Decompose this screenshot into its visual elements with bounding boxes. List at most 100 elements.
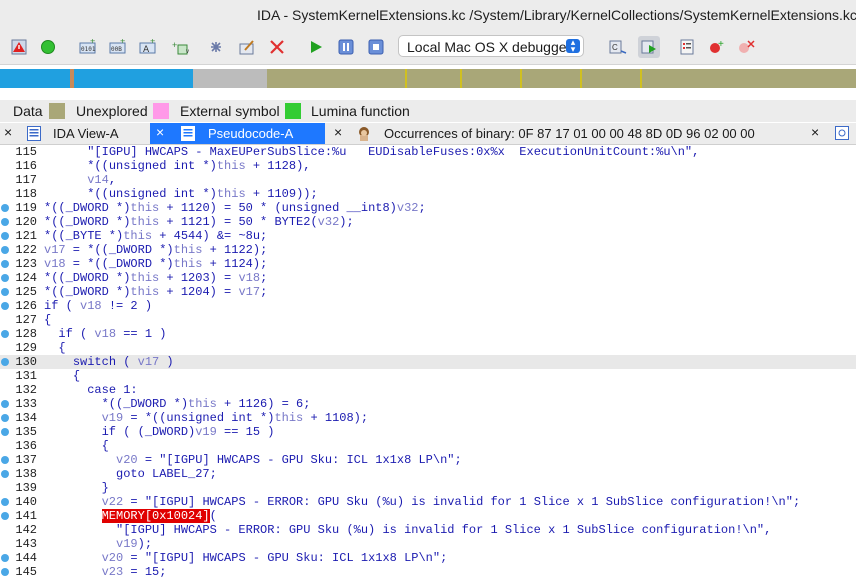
breakpoint-dot-icon[interactable]: [1, 330, 9, 338]
close-icon[interactable]: ×: [334, 124, 342, 140]
breakpoint-dot-icon[interactable]: [1, 400, 9, 408]
breakpoint-dot-icon[interactable]: [1, 274, 9, 282]
code-line[interactable]: 127 {: [0, 313, 856, 327]
breakpoint-list-icon[interactable]: [679, 38, 697, 56]
tab-pseudocode[interactable]: × Pseudocode-A: [150, 123, 325, 144]
add-breakpoint-icon[interactable]: +: [708, 38, 726, 56]
code-line[interactable]: 121 *((_BYTE *)this + 4544) &= ~8u;: [0, 229, 856, 243]
string-token: "[IGPU] HWCAPS - GPU Sku: ICL 1x1x8 LP\n…: [144, 551, 441, 565]
svg-text:A: A: [143, 45, 150, 55]
code-token: if ( (_DWORD): [101, 425, 196, 439]
code-line[interactable]: 134 v19 = *((unsigned int *)this + 1108)…: [0, 411, 856, 425]
code-line[interactable]: 124 *((_DWORD *)this + 1203) = v18;: [0, 271, 856, 285]
pointer-icon[interactable]: [207, 38, 225, 56]
sync-view-icon[interactable]: [835, 126, 849, 143]
code-line[interactable]: 145 v23 = 15;: [0, 565, 856, 578]
variable-token: this: [173, 257, 203, 271]
breakpoint-dot-icon[interactable]: [1, 204, 9, 212]
code-line[interactable]: 119 *((_DWORD *)this + 1120) = 50 * (unsi…: [0, 201, 856, 215]
code-line[interactable]: 126 if ( v18 != 2 ): [0, 299, 856, 313]
binary-data-icon[interactable]: 00B +: [109, 38, 127, 56]
close-icon[interactable]: ×: [811, 124, 819, 140]
close-icon[interactable]: ×: [156, 124, 164, 140]
warning-icon[interactable]: [10, 38, 28, 56]
breakpoint-dot-icon[interactable]: [1, 260, 9, 268]
pseudocode-tab-icon: [181, 126, 195, 144]
breakpoint-dot-icon[interactable]: [1, 456, 9, 464]
edit-icon[interactable]: [238, 38, 256, 56]
code-token: ;: [454, 453, 462, 467]
code-line[interactable]: 140 v22 = "[IGPU] HWCAPS - ERROR: GPU Sk…: [0, 495, 856, 509]
close-icon[interactable]: ×: [4, 124, 12, 140]
code-line[interactable]: 129 {: [0, 341, 856, 355]
code-line[interactable]: 142 "[IGPU] HWCAPS - ERROR: GPU Sku (%u)…: [0, 523, 856, 537]
stop-icon[interactable]: [367, 38, 385, 56]
code-line[interactable]: 131 {: [0, 369, 856, 383]
delete-icon[interactable]: [268, 38, 286, 56]
code-line[interactable]: 130 switch ( v17 ): [0, 355, 856, 369]
hex-data-icon[interactable]: 0101 +: [79, 38, 97, 56]
code-line[interactable]: 117 v14,: [0, 173, 856, 187]
code-text: if ( v18 != 2 ): [44, 299, 152, 313]
breakpoint-dot-icon[interactable]: [1, 554, 9, 562]
breakpoint-dot-icon[interactable]: [1, 218, 9, 226]
remove-breakpoint-icon[interactable]: [737, 38, 755, 56]
code-line[interactable]: 133 *((_DWORD *)this + 1126) = 6;: [0, 397, 856, 411]
code-text: v19);: [44, 537, 152, 551]
code-line[interactable]: 143 v19);: [0, 537, 856, 551]
code-text: v18 = *((_DWORD *)this + 1124);: [44, 257, 267, 271]
breakpoint-dot-icon[interactable]: [1, 568, 9, 576]
tab-ida-view[interactable]: × IDA View-A: [0, 123, 150, 144]
code-text: {: [44, 369, 80, 383]
code-line[interactable]: 135 if ( (_DWORD)v19 == 15 ): [0, 425, 856, 439]
code-token: {: [58, 341, 66, 355]
code-line[interactable]: 136 {: [0, 439, 856, 453]
code-line[interactable]: 132 case 1:: [0, 383, 856, 397]
green-run-icon[interactable]: [39, 38, 57, 56]
line-number: 143: [15, 537, 37, 551]
code-line[interactable]: 144 v20 = "[IGPU] HWCAPS - GPU Sku: ICL …: [0, 551, 856, 565]
code-line[interactable]: 120 *((_DWORD *)this + 1121) = 50 * BYTE2…: [0, 215, 856, 229]
code-text: *((unsigned int *)this + 1109));: [44, 187, 317, 201]
code-line[interactable]: 123 v18 = *((_DWORD *)this + 1124);: [0, 257, 856, 271]
tab-occurrences[interactable]: × Occurrences of binary: 0F 87 17 01 00 …: [325, 123, 856, 144]
breakpoint-dot-icon[interactable]: [1, 470, 9, 478]
code-token: + 1203) =: [159, 271, 239, 285]
code-line[interactable]: 118 *((unsigned int *)this + 1109));: [0, 187, 856, 201]
tab-bar: × IDA View-A × Pseudocode-A × Occurrence…: [0, 123, 856, 145]
code-text: *((_DWORD *)this + 1120) = 50 * (unsigne…: [44, 201, 426, 215]
variable-token: v19: [116, 537, 138, 551]
code-line[interactable]: 128 if ( v18 == 1 ): [0, 327, 856, 341]
navigation-band[interactable]: [0, 69, 856, 88]
code-line[interactable]: 122 v17 = *((_DWORD *)this + 1122);: [0, 243, 856, 257]
breakpoint-dot-icon[interactable]: [1, 358, 9, 366]
step-icon[interactable]: [638, 36, 660, 58]
variable-token: this: [130, 201, 160, 215]
play-icon[interactable]: [307, 38, 325, 56]
breakpoint-dot-icon[interactable]: [1, 232, 9, 240]
code-line[interactable]: 115 "[IGPU] HWCAPS - MaxEUPerSubSlice:%u…: [0, 145, 856, 159]
trace-icon[interactable]: C: [609, 38, 627, 56]
breakpoint-dot-icon[interactable]: [1, 512, 9, 520]
breakpoint-dot-icon[interactable]: [1, 428, 9, 436]
variable-token: v18: [94, 327, 117, 341]
code-line[interactable]: 139 }: [0, 481, 856, 495]
code-line[interactable]: 116 *((unsigned int *)this + 1128),: [0, 159, 856, 173]
breakpoint-dot-icon[interactable]: [1, 288, 9, 296]
breakpoint-dot-icon[interactable]: [1, 414, 9, 422]
debugger-select[interactable]: Local Mac OS X debugger ▴ ▾: [398, 35, 584, 57]
pseudocode-view[interactable]: 115 "[IGPU] HWCAPS - MaxEUPerSubSlice:%u…: [0, 145, 856, 578]
code-line[interactable]: 137 v20 = "[IGPU] HWCAPS - GPU Sku: ICL …: [0, 453, 856, 467]
breakpoint-dot-icon[interactable]: [1, 302, 9, 310]
code-line[interactable]: 141 MEMORY[0x10024](: [0, 509, 856, 523]
pause-icon[interactable]: [337, 38, 355, 56]
line-number: 145: [15, 565, 37, 578]
code-line[interactable]: 138 goto LABEL_27;: [0, 467, 856, 481]
breakpoint-dot-icon[interactable]: [1, 498, 9, 506]
code-token: }: [101, 481, 109, 495]
code-line[interactable]: 125 *((_DWORD *)this + 1204) = v17;: [0, 285, 856, 299]
variable-token: this: [130, 271, 160, 285]
struct-icon[interactable]: + v: [172, 38, 190, 56]
breakpoint-dot-icon[interactable]: [1, 246, 9, 254]
ascii-data-icon[interactable]: A +: [139, 38, 157, 56]
